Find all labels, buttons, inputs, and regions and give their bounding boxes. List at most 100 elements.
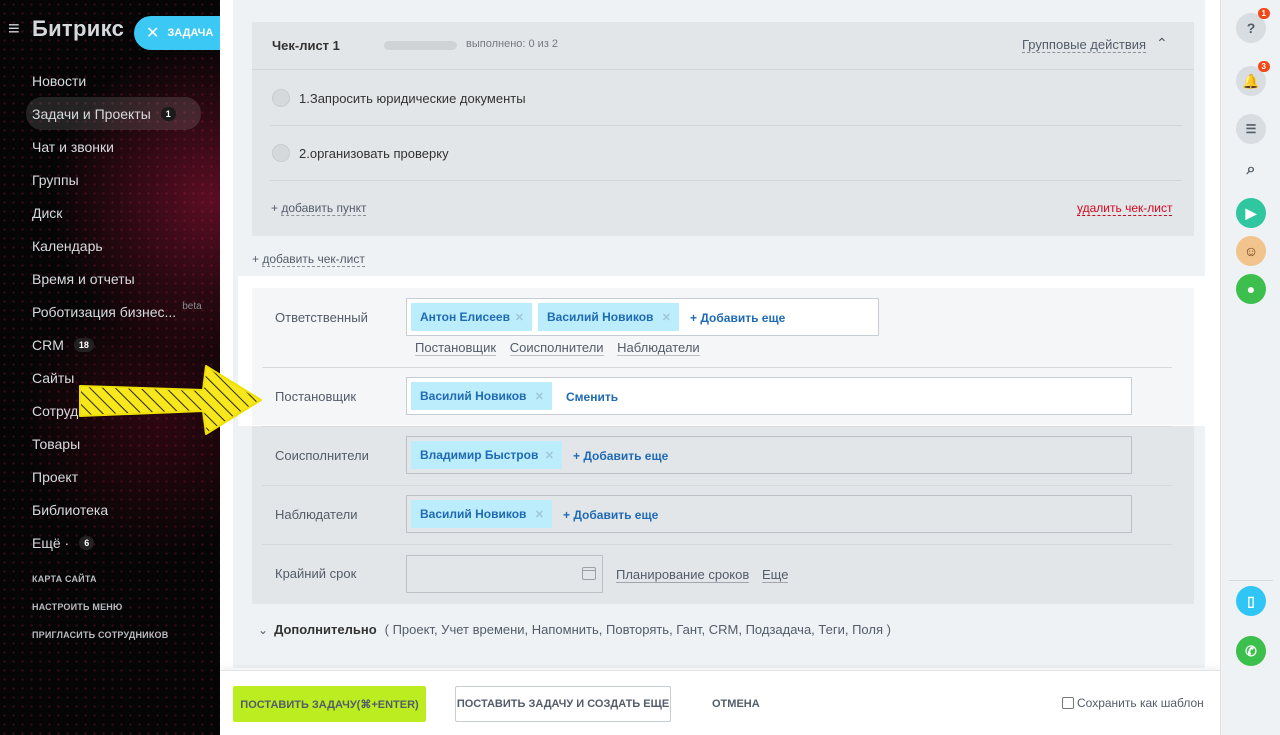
sidebar-item-label: Ещё · bbox=[32, 534, 70, 551]
checklist-title[interactable]: Чек-лист 1 bbox=[272, 38, 340, 53]
sidebar-menu: Новости Задачи и Проекты 1 Чат и звонки Г… bbox=[26, 64, 202, 559]
responsible-field[interactable]: Антон Елисеев ✕ Василий Новиков ✕ + Добави… bbox=[406, 298, 879, 336]
counter-badge: 1 bbox=[160, 106, 176, 121]
cancel-button[interactable]: ОТМЕНА bbox=[712, 698, 760, 710]
checklist-item-text[interactable]: 2.организовать проверку bbox=[299, 146, 449, 161]
add-accomplice-button[interactable]: + Добавить еще bbox=[573, 449, 668, 463]
accomplice-tag[interactable]: Владимир Быстров ✕ bbox=[411, 441, 562, 469]
checkbox-icon[interactable] bbox=[1062, 697, 1074, 709]
sitemap-link[interactable]: КАРТА САЙТА bbox=[32, 572, 168, 600]
chat-icon[interactable]: ☰ bbox=[1236, 114, 1266, 144]
notification-badge: 3 bbox=[1257, 61, 1270, 72]
divider bbox=[262, 367, 1172, 368]
sidebar-item-news[interactable]: Новости bbox=[26, 64, 202, 97]
add-checklist-label: добавить чек-лист bbox=[262, 252, 365, 267]
responsible-tag[interactable]: Антон Елисеев ✕ bbox=[411, 303, 532, 331]
auditor-tag[interactable]: Василий Новиков ✕ bbox=[411, 500, 552, 528]
deadline-input[interactable] bbox=[406, 555, 603, 593]
sidebar-item-label: Библиотека bbox=[32, 501, 109, 518]
sidebar-item-project[interactable]: Проект bbox=[26, 460, 202, 493]
creator-label: Постановщик bbox=[275, 389, 357, 404]
sidebar-item-disk[interactable]: Диск bbox=[26, 196, 202, 229]
avatar[interactable]: ☺ bbox=[1236, 236, 1266, 266]
remove-icon[interactable]: ✕ bbox=[545, 449, 554, 462]
checklist-item-checkbox[interactable] bbox=[272, 144, 290, 162]
save-template-checkbox[interactable]: Сохранить как шаблон bbox=[1062, 696, 1204, 710]
sidebar-item-label: Чат и звонки bbox=[32, 138, 114, 155]
sidebar-item-label: Диск bbox=[32, 204, 63, 221]
chevron-up-icon[interactable]: ⌃ bbox=[1156, 35, 1168, 52]
sidebar-item-robotization[interactable]: Роботизация бизнес... beta bbox=[26, 295, 202, 328]
divider bbox=[262, 544, 1172, 545]
search-icon[interactable]: ⌕ bbox=[1236, 155, 1266, 185]
divider bbox=[262, 426, 1172, 427]
add-auditor-button[interactable]: + Добавить еще bbox=[563, 508, 658, 522]
creator-field[interactable]: Василий Новиков ✕ Сменить bbox=[406, 377, 1132, 415]
change-creator-button[interactable]: Сменить bbox=[566, 390, 618, 404]
chevron-down-icon: ⌄ bbox=[258, 622, 269, 637]
checklist-progress-bar bbox=[384, 41, 457, 50]
sidebar-item-library[interactable]: Библиотека bbox=[26, 493, 202, 526]
remove-icon[interactable]: ✕ bbox=[515, 311, 524, 324]
help-badge: 1 bbox=[1257, 8, 1270, 19]
divider bbox=[1229, 580, 1273, 581]
sidebar-item-label: Календарь bbox=[32, 237, 103, 254]
checklist-block: Чек-лист 1 выполнено: 0 из 2 Групповые д… bbox=[252, 22, 1194, 236]
add-item-label: добавить пункт bbox=[281, 201, 367, 216]
more-link[interactable]: Еще bbox=[762, 567, 789, 583]
role-link-accomplices[interactable]: Соисполнители bbox=[509, 340, 604, 356]
checklist-item-checkbox[interactable] bbox=[272, 89, 290, 107]
tag-name: Василий Новиков bbox=[420, 389, 527, 403]
checklist-header: Чек-лист 1 выполнено: 0 из 2 Групповые д… bbox=[252, 22, 1194, 70]
sidebar-item-more[interactable]: Ещё · 6 bbox=[26, 526, 202, 559]
configure-menu-link[interactable]: НАСТРОИТЬ МЕНЮ bbox=[32, 600, 168, 628]
sidebar-item-label: Сайты bbox=[32, 369, 75, 386]
group-actions-link[interactable]: Групповые действия bbox=[1022, 37, 1147, 53]
remove-icon[interactable]: ✕ bbox=[535, 390, 544, 403]
sidebar-item-calendar[interactable]: Календарь bbox=[26, 229, 202, 262]
time-planning-link[interactable]: Планирование сроков bbox=[616, 567, 750, 583]
menu-burger-icon[interactable]: ≡ bbox=[8, 18, 26, 40]
divider bbox=[262, 485, 1172, 486]
creator-tag[interactable]: Василий Новиков ✕ bbox=[411, 382, 552, 410]
sidebar-item-chat[interactable]: Чат и звонки bbox=[26, 130, 202, 163]
delete-checklist-link[interactable]: удалить чек-лист bbox=[1077, 201, 1173, 216]
responsible-tag[interactable]: Василий Новиков ✕ bbox=[538, 303, 679, 331]
accomplices-field[interactable]: Владимир Быстров ✕ + Добавить еще bbox=[406, 436, 1132, 474]
submit-and-create-button[interactable]: ПОСТАВИТЬ ЗАДАЧУ И СОЗДАТЬ ЕЩЕ bbox=[455, 686, 671, 722]
brand-logo[interactable]: Битрикс bbox=[32, 16, 124, 42]
sidebar-item-tasks[interactable]: Задачи и Проекты 1 bbox=[26, 97, 201, 130]
sidebar-item-label: Время и отчеты bbox=[32, 270, 135, 287]
add-checklist-link[interactable]: + добавить чек-лист bbox=[252, 252, 365, 267]
deadline-label: Крайний срок bbox=[275, 566, 357, 581]
mobile-icon[interactable]: ▯ bbox=[1236, 586, 1266, 616]
add-checklist-item-link[interactable]: + добавить пункт bbox=[271, 201, 367, 216]
help-icon[interactable]: ? 1 bbox=[1236, 8, 1270, 43]
invite-employees-link[interactable]: ПРИГЛАСИТЬ СОТРУДНИКОВ bbox=[32, 628, 168, 656]
video-call-icon[interactable]: ▶ bbox=[1236, 198, 1266, 228]
sidebar-item-crm[interactable]: CRM 18 bbox=[26, 328, 202, 361]
sidebar-item-time[interactable]: Время и отчеты bbox=[26, 262, 202, 295]
auditors-field[interactable]: Василий Новиков ✕ + Добавить еще bbox=[406, 495, 1132, 533]
bell-icon[interactable]: 🔔 3 bbox=[1236, 61, 1270, 96]
auditors-label: Наблюдатели bbox=[275, 507, 358, 522]
submit-task-button[interactable]: ПОСТАВИТЬ ЗАДАЧУ(⌘+ENTER) bbox=[233, 686, 426, 722]
checklist-item-text[interactable]: 1.Запросить юридические документы bbox=[299, 91, 526, 106]
role-link-auditors[interactable]: Наблюдатели bbox=[617, 340, 700, 356]
create-task-button[interactable]: ✕ ЗАДАЧА bbox=[134, 16, 220, 50]
counter-badge: 18 bbox=[73, 337, 94, 352]
calendar-icon[interactable] bbox=[582, 567, 596, 580]
task-form-panel: Чек-лист 1 выполнено: 0 из 2 Групповые д… bbox=[220, 0, 1220, 735]
user-icon[interactable]: ● bbox=[1236, 274, 1266, 304]
remove-icon[interactable]: ✕ bbox=[662, 311, 671, 324]
sidebar-item-groups[interactable]: Группы bbox=[26, 163, 202, 196]
add-responsible-button[interactable]: + Добавить еще bbox=[690, 311, 785, 325]
phone-icon[interactable]: ✆ bbox=[1236, 636, 1266, 666]
tag-name: Владимир Быстров bbox=[420, 448, 539, 462]
additional-section-toggle[interactable]: ⌄ Дополнительно ( Проект, Учет времени, … bbox=[258, 622, 891, 637]
sidebar-item-label: Проект bbox=[32, 468, 79, 485]
create-task-label: ЗАДАЧА bbox=[167, 27, 214, 39]
remove-icon[interactable]: ✕ bbox=[535, 508, 544, 521]
form-footer: ПОСТАВИТЬ ЗАДАЧУ(⌘+ENTER) ПОСТАВИТЬ ЗАДА… bbox=[220, 670, 1220, 735]
role-link-creator[interactable]: Постановщик bbox=[415, 340, 497, 356]
